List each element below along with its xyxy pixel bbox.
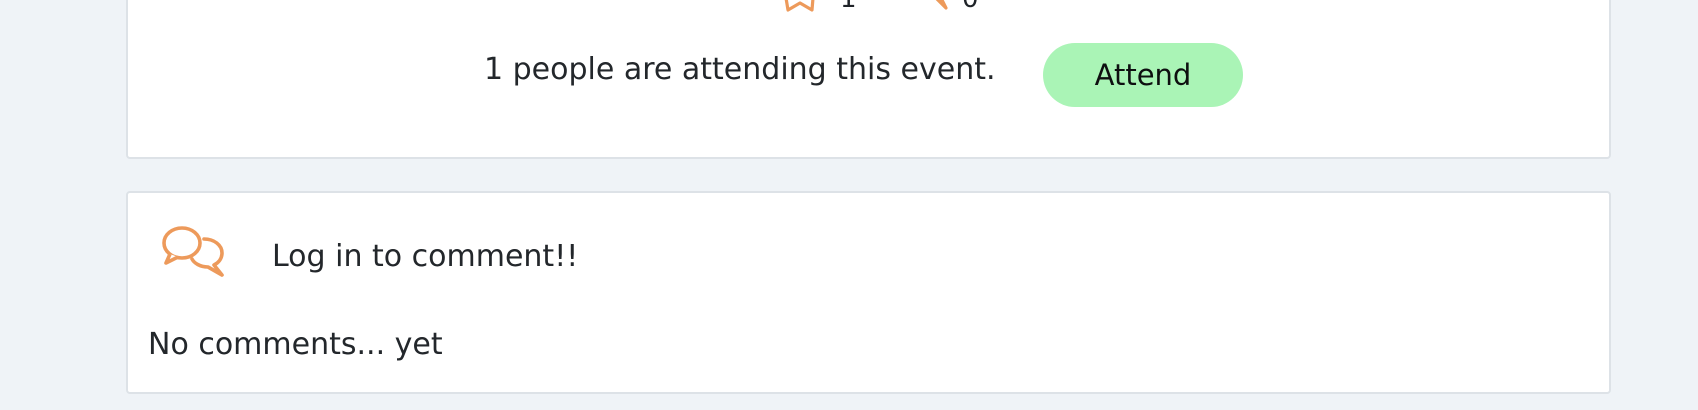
login-to-comment-link[interactable]: Log in to comment!! [272,239,578,275]
chat-bubbles-icon [162,226,224,277]
no-comments-text: No comments... yet [148,327,443,362]
attend-button[interactable]: Attend [1043,43,1243,107]
comments-card: Log in to comment!! No comments... yet [126,191,1611,394]
comment-count: 0 [962,0,979,12]
star-icon[interactable] [780,0,820,14]
star-count: 1 [840,0,857,12]
event-attendance-card: 1 0 1 people are attending this event. A… [126,0,1611,159]
event-stats-row: 1 0 [128,0,1609,20]
attendance-count-text: 1 people are attending this event. [484,52,996,87]
comment-icon[interactable] [884,0,948,14]
